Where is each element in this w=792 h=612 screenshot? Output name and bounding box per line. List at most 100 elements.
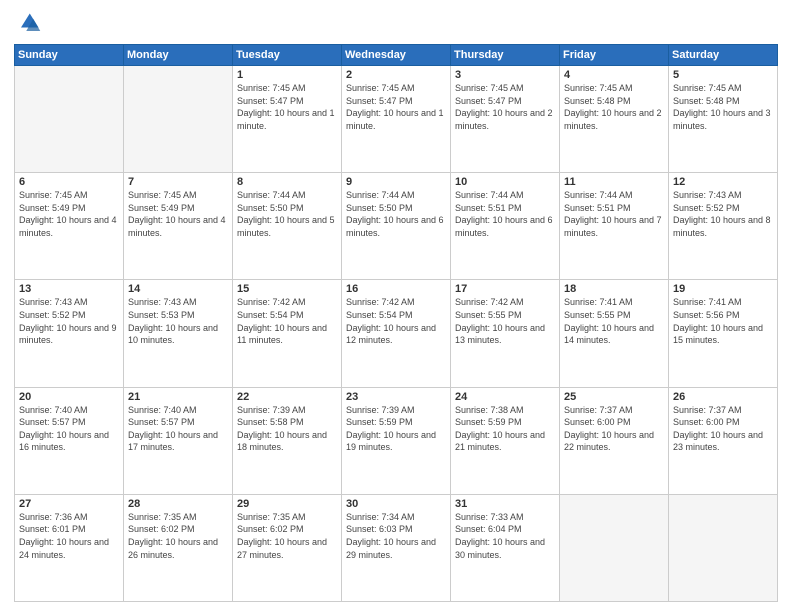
day-of-week-header: Wednesday [342, 45, 451, 66]
day-info: Sunrise: 7:43 AM Sunset: 5:52 PM Dayligh… [19, 296, 119, 346]
day-number: 17 [455, 283, 555, 295]
day-of-week-header: Tuesday [233, 45, 342, 66]
day-number: 21 [128, 391, 228, 403]
calendar-cell: 27Sunrise: 7:36 AM Sunset: 6:01 PM Dayli… [15, 494, 124, 601]
day-info: Sunrise: 7:33 AM Sunset: 6:04 PM Dayligh… [455, 511, 555, 561]
day-info: Sunrise: 7:45 AM Sunset: 5:47 PM Dayligh… [346, 82, 446, 132]
header [14, 10, 778, 38]
day-number: 14 [128, 283, 228, 295]
day-info: Sunrise: 7:34 AM Sunset: 6:03 PM Dayligh… [346, 511, 446, 561]
calendar-cell: 15Sunrise: 7:42 AM Sunset: 5:54 PM Dayli… [233, 280, 342, 387]
calendar-week-row: 1Sunrise: 7:45 AM Sunset: 5:47 PM Daylig… [15, 66, 778, 173]
day-number: 12 [673, 176, 773, 188]
day-info: Sunrise: 7:45 AM Sunset: 5:49 PM Dayligh… [128, 189, 228, 239]
day-info: Sunrise: 7:44 AM Sunset: 5:51 PM Dayligh… [564, 189, 664, 239]
calendar-cell: 21Sunrise: 7:40 AM Sunset: 5:57 PM Dayli… [124, 387, 233, 494]
calendar-cell: 10Sunrise: 7:44 AM Sunset: 5:51 PM Dayli… [451, 173, 560, 280]
day-number: 30 [346, 498, 446, 510]
calendar-cell: 24Sunrise: 7:38 AM Sunset: 5:59 PM Dayli… [451, 387, 560, 494]
day-number: 11 [564, 176, 664, 188]
calendar-cell: 31Sunrise: 7:33 AM Sunset: 6:04 PM Dayli… [451, 494, 560, 601]
day-info: Sunrise: 7:39 AM Sunset: 5:59 PM Dayligh… [346, 404, 446, 454]
day-info: Sunrise: 7:37 AM Sunset: 6:00 PM Dayligh… [673, 404, 773, 454]
day-number: 27 [19, 498, 119, 510]
day-info: Sunrise: 7:38 AM Sunset: 5:59 PM Dayligh… [455, 404, 555, 454]
calendar-cell [15, 66, 124, 173]
calendar-header-row: SundayMondayTuesdayWednesdayThursdayFrid… [15, 45, 778, 66]
calendar-cell: 13Sunrise: 7:43 AM Sunset: 5:52 PM Dayli… [15, 280, 124, 387]
calendar-cell: 2Sunrise: 7:45 AM Sunset: 5:47 PM Daylig… [342, 66, 451, 173]
logo [14, 10, 46, 38]
day-info: Sunrise: 7:45 AM Sunset: 5:48 PM Dayligh… [564, 82, 664, 132]
calendar-cell: 16Sunrise: 7:42 AM Sunset: 5:54 PM Dayli… [342, 280, 451, 387]
calendar-cell: 11Sunrise: 7:44 AM Sunset: 5:51 PM Dayli… [560, 173, 669, 280]
day-number: 7 [128, 176, 228, 188]
day-number: 29 [237, 498, 337, 510]
day-info: Sunrise: 7:45 AM Sunset: 5:49 PM Dayligh… [19, 189, 119, 239]
calendar-cell: 7Sunrise: 7:45 AM Sunset: 5:49 PM Daylig… [124, 173, 233, 280]
day-info: Sunrise: 7:44 AM Sunset: 5:51 PM Dayligh… [455, 189, 555, 239]
day-number: 8 [237, 176, 337, 188]
day-number: 5 [673, 69, 773, 81]
day-info: Sunrise: 7:41 AM Sunset: 5:56 PM Dayligh… [673, 296, 773, 346]
calendar-week-row: 6Sunrise: 7:45 AM Sunset: 5:49 PM Daylig… [15, 173, 778, 280]
calendar-cell [124, 66, 233, 173]
calendar-cell: 23Sunrise: 7:39 AM Sunset: 5:59 PM Dayli… [342, 387, 451, 494]
calendar-cell: 5Sunrise: 7:45 AM Sunset: 5:48 PM Daylig… [669, 66, 778, 173]
day-number: 20 [19, 391, 119, 403]
calendar-cell: 4Sunrise: 7:45 AM Sunset: 5:48 PM Daylig… [560, 66, 669, 173]
calendar-cell [669, 494, 778, 601]
day-number: 15 [237, 283, 337, 295]
day-number: 6 [19, 176, 119, 188]
day-number: 13 [19, 283, 119, 295]
calendar-week-row: 20Sunrise: 7:40 AM Sunset: 5:57 PM Dayli… [15, 387, 778, 494]
day-info: Sunrise: 7:35 AM Sunset: 6:02 PM Dayligh… [128, 511, 228, 561]
day-info: Sunrise: 7:35 AM Sunset: 6:02 PM Dayligh… [237, 511, 337, 561]
day-number: 18 [564, 283, 664, 295]
calendar-cell: 29Sunrise: 7:35 AM Sunset: 6:02 PM Dayli… [233, 494, 342, 601]
calendar-cell: 26Sunrise: 7:37 AM Sunset: 6:00 PM Dayli… [669, 387, 778, 494]
day-info: Sunrise: 7:42 AM Sunset: 5:54 PM Dayligh… [237, 296, 337, 346]
day-number: 10 [455, 176, 555, 188]
day-of-week-header: Friday [560, 45, 669, 66]
day-info: Sunrise: 7:43 AM Sunset: 5:52 PM Dayligh… [673, 189, 773, 239]
day-of-week-header: Thursday [451, 45, 560, 66]
calendar-cell: 12Sunrise: 7:43 AM Sunset: 5:52 PM Dayli… [669, 173, 778, 280]
calendar-cell: 18Sunrise: 7:41 AM Sunset: 5:55 PM Dayli… [560, 280, 669, 387]
logo-icon [14, 10, 42, 38]
page: SundayMondayTuesdayWednesdayThursdayFrid… [0, 0, 792, 612]
calendar-week-row: 27Sunrise: 7:36 AM Sunset: 6:01 PM Dayli… [15, 494, 778, 601]
calendar-cell: 6Sunrise: 7:45 AM Sunset: 5:49 PM Daylig… [15, 173, 124, 280]
day-number: 22 [237, 391, 337, 403]
calendar-week-row: 13Sunrise: 7:43 AM Sunset: 5:52 PM Dayli… [15, 280, 778, 387]
day-of-week-header: Monday [124, 45, 233, 66]
calendar-cell: 17Sunrise: 7:42 AM Sunset: 5:55 PM Dayli… [451, 280, 560, 387]
calendar-cell: 19Sunrise: 7:41 AM Sunset: 5:56 PM Dayli… [669, 280, 778, 387]
calendar-cell: 14Sunrise: 7:43 AM Sunset: 5:53 PM Dayli… [124, 280, 233, 387]
calendar-cell: 28Sunrise: 7:35 AM Sunset: 6:02 PM Dayli… [124, 494, 233, 601]
day-number: 19 [673, 283, 773, 295]
calendar-cell: 1Sunrise: 7:45 AM Sunset: 5:47 PM Daylig… [233, 66, 342, 173]
day-number: 2 [346, 69, 446, 81]
day-info: Sunrise: 7:40 AM Sunset: 5:57 PM Dayligh… [19, 404, 119, 454]
day-info: Sunrise: 7:40 AM Sunset: 5:57 PM Dayligh… [128, 404, 228, 454]
day-number: 31 [455, 498, 555, 510]
day-info: Sunrise: 7:42 AM Sunset: 5:55 PM Dayligh… [455, 296, 555, 346]
calendar-cell [560, 494, 669, 601]
day-info: Sunrise: 7:45 AM Sunset: 5:48 PM Dayligh… [673, 82, 773, 132]
calendar-cell: 22Sunrise: 7:39 AM Sunset: 5:58 PM Dayli… [233, 387, 342, 494]
day-info: Sunrise: 7:41 AM Sunset: 5:55 PM Dayligh… [564, 296, 664, 346]
day-info: Sunrise: 7:42 AM Sunset: 5:54 PM Dayligh… [346, 296, 446, 346]
day-number: 3 [455, 69, 555, 81]
day-number: 24 [455, 391, 555, 403]
day-info: Sunrise: 7:43 AM Sunset: 5:53 PM Dayligh… [128, 296, 228, 346]
day-number: 16 [346, 283, 446, 295]
day-number: 4 [564, 69, 664, 81]
calendar-cell: 30Sunrise: 7:34 AM Sunset: 6:03 PM Dayli… [342, 494, 451, 601]
day-number: 25 [564, 391, 664, 403]
day-of-week-header: Sunday [15, 45, 124, 66]
day-number: 28 [128, 498, 228, 510]
day-info: Sunrise: 7:36 AM Sunset: 6:01 PM Dayligh… [19, 511, 119, 561]
calendar-cell: 9Sunrise: 7:44 AM Sunset: 5:50 PM Daylig… [342, 173, 451, 280]
day-info: Sunrise: 7:45 AM Sunset: 5:47 PM Dayligh… [455, 82, 555, 132]
